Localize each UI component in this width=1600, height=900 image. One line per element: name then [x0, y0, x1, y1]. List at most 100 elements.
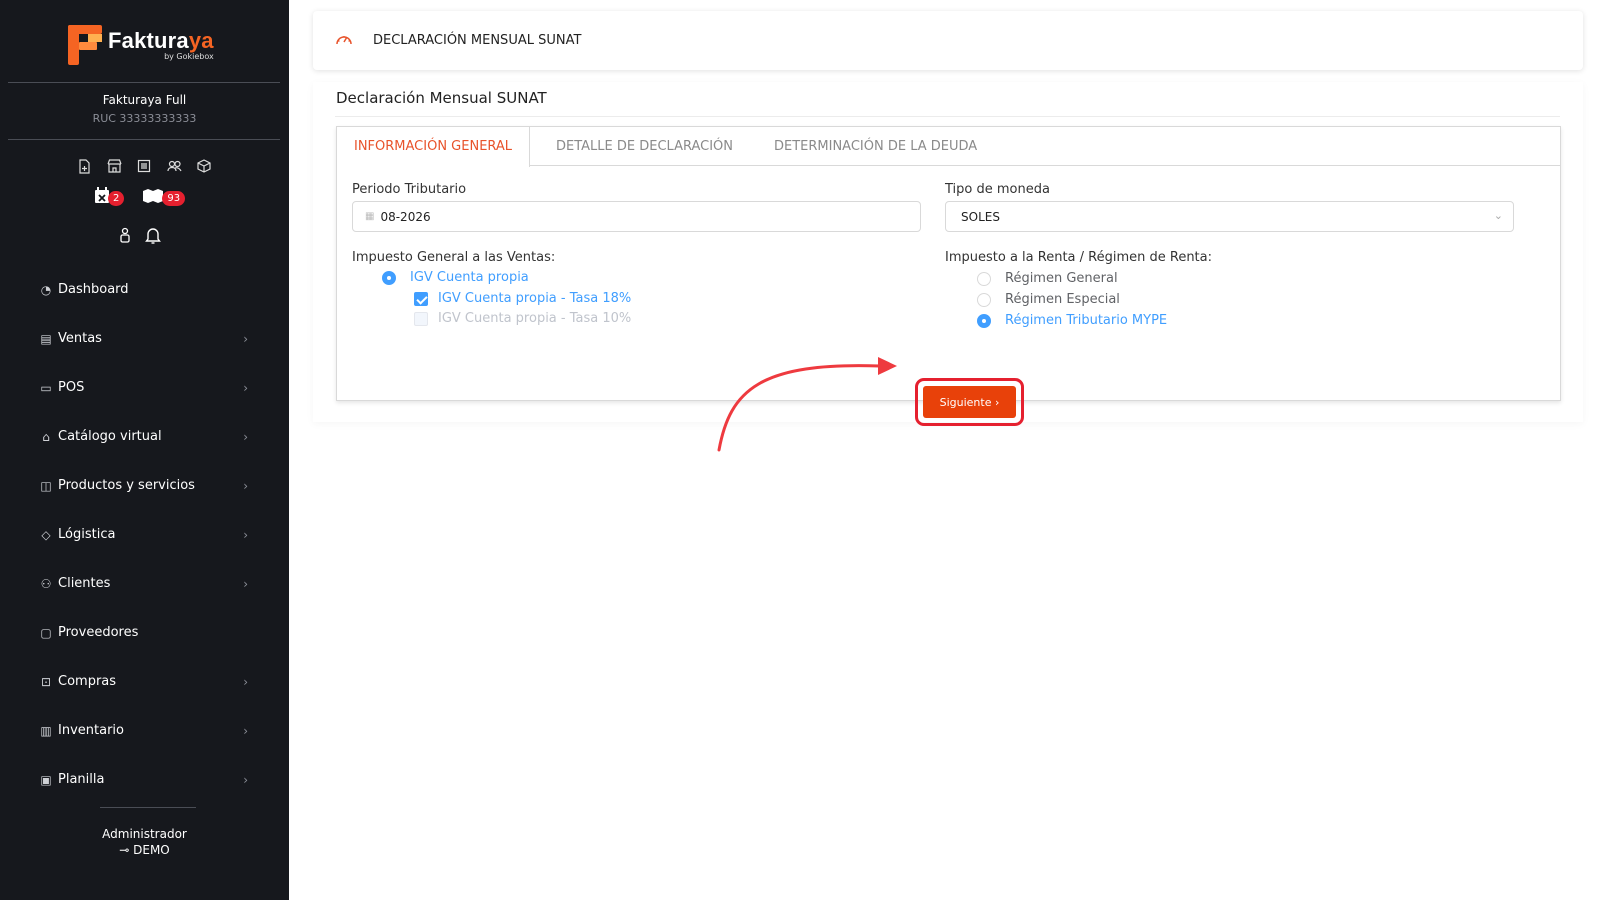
- sidebar-item-proveedores[interactable]: ▢ Proveedores: [38, 608, 248, 657]
- sidebar-item-label: Lógistica: [58, 527, 116, 542]
- igv-radio-label: IGV Cuenta propia: [410, 270, 529, 285]
- tab-detalle-declaracion[interactable]: DETALLE DE DECLARACIÓN: [556, 127, 733, 166]
- id-card-icon: ▣: [40, 772, 52, 787]
- sidebar-item-label: Dashboard: [58, 282, 129, 297]
- sidebar-item-compras[interactable]: ⊡ Compras ›: [38, 657, 248, 706]
- igv-18-checkbox[interactable]: IGV Cuenta propia - Tasa 18%: [414, 291, 631, 306]
- page-header: DECLARACIÓN MENSUAL SUNAT: [313, 11, 1583, 70]
- user-role: Administrador: [102, 827, 187, 841]
- sidebar-item-label: Compras: [58, 674, 117, 689]
- sidebar-item-pos[interactable]: ▭ POS ›: [38, 363, 248, 412]
- sidebar-item-inventario[interactable]: ▥ Inventario ›: [38, 706, 248, 755]
- boxes-icon: [142, 188, 164, 208]
- boxes-badge[interactable]: 93: [142, 188, 186, 208]
- chevron-right-icon: ›: [243, 380, 248, 395]
- receipt-icon[interactable]: [135, 159, 153, 175]
- bell-icon[interactable]: [145, 227, 161, 248]
- user-lock-icon[interactable]: [119, 227, 131, 248]
- company-info: Fakturaya Full RUC 33333333333: [0, 93, 289, 125]
- periodo-value: 08-2026: [380, 209, 431, 224]
- sidebar-item-catalogo[interactable]: ⌂ Catálogo virtual ›: [38, 412, 248, 461]
- page-title: DECLARACIÓN MENSUAL SUNAT: [373, 33, 582, 48]
- store-icon[interactable]: [105, 159, 123, 175]
- moneda-label: Tipo de moneda: [945, 182, 1050, 197]
- renta-option-label: Régimen Tributario MYPE: [1005, 313, 1168, 328]
- igv-10-checkbox[interactable]: IGV Cuenta propia - Tasa 10%: [414, 311, 631, 326]
- periodo-label: Periodo Tributario: [352, 182, 467, 197]
- radio-unselected: [977, 292, 991, 307]
- calendar-count-badge: 2: [108, 190, 125, 206]
- sidebar: Fakturaya by Gokiebox Fakturaya Full RUC…: [0, 0, 289, 900]
- chevron-right-icon: ›: [243, 478, 248, 493]
- calendar-badge[interactable]: 2: [94, 187, 125, 209]
- gauge-icon: [335, 32, 353, 50]
- sidebar-item-logistica[interactable]: ◇ Lógistica ›: [38, 510, 248, 559]
- renta-option-label: Régimen General: [1005, 271, 1118, 286]
- notification-badges: 2 93: [94, 187, 186, 209]
- radio-selected: [977, 313, 991, 328]
- divider: [8, 82, 280, 83]
- igv-10-label: IGV Cuenta propia - Tasa 10%: [438, 311, 632, 326]
- divider: [335, 116, 1560, 117]
- tag-icon: ◇: [41, 527, 51, 542]
- sidebar-item-ventas[interactable]: ▤ Ventas ›: [38, 314, 248, 363]
- dashboard-icon: ◔: [40, 282, 52, 297]
- file-add-icon[interactable]: [75, 159, 93, 175]
- sidebar-item-dashboard[interactable]: ◔ Dashboard: [38, 265, 248, 314]
- sidebar-item-label: POS: [58, 380, 85, 395]
- chevron-right-icon: ›: [243, 576, 248, 591]
- sidebar-item-label: Catálogo virtual: [58, 429, 162, 444]
- chevron-right-icon: ›: [243, 674, 248, 689]
- sidebar-item-clientes[interactable]: ⚇ Clientes ›: [38, 559, 248, 608]
- sidebar-nav: ◔ Dashboard ▤ Ventas › ▭ POS › ⌂ Catálogo virt…: [38, 265, 248, 804]
- sidebar-item-planilla[interactable]: ▣ Planilla ›: [38, 755, 248, 804]
- sidebar-item-label: Planilla: [58, 772, 105, 787]
- sidebar-item-productos[interactable]: ◫ Productos y servicios ›: [38, 461, 248, 510]
- chevron-right-icon: ›: [243, 527, 248, 542]
- divider: [8, 139, 280, 140]
- company-name: Fakturaya Full: [102, 93, 187, 107]
- next-button[interactable]: Siguiente ›: [923, 386, 1016, 418]
- user-info[interactable]: Administrador ⊸ DEMO: [0, 826, 289, 858]
- checkbox-disabled: [414, 311, 428, 326]
- logo-mark-icon: [68, 25, 102, 65]
- moneda-select[interactable]: SOLES ⌄: [945, 201, 1514, 232]
- card-title: Declaración Mensual SUNAT: [336, 89, 547, 107]
- brand-name: Fakturaya: [108, 27, 214, 53]
- periodo-field[interactable]: ▦ 08-2026: [352, 201, 921, 232]
- chevron-right-icon: ›: [243, 429, 248, 444]
- sales-icon: ▤: [40, 331, 52, 346]
- moneda-value: SOLES: [961, 209, 1000, 224]
- renta-option-especial[interactable]: Régimen Especial: [977, 292, 1120, 307]
- tab-panel: INFORMACIÓN GENERAL DETALLE DE DECLARACI…: [336, 126, 1561, 426]
- brand-logo[interactable]: Fakturaya by Gokiebox: [68, 25, 214, 65]
- quick-actions: [75, 159, 213, 175]
- sidebar-item-label: Inventario: [58, 723, 124, 738]
- igv-radio-option[interactable]: IGV Cuenta propia: [382, 270, 529, 285]
- monitor-icon: ▭: [40, 380, 52, 395]
- users-icon[interactable]: [165, 159, 183, 175]
- user-actions: [119, 227, 161, 248]
- company-ruc: RUC 33333333333: [92, 112, 197, 125]
- next-button-label: Siguiente: [939, 395, 992, 409]
- tab-determinacion-deuda[interactable]: DETERMINACIÓN DE LA DEUDA: [774, 127, 977, 166]
- brand-byline: by Gokiebox: [164, 51, 214, 61]
- radio-unselected: [977, 271, 991, 286]
- radio-selected: [382, 270, 396, 285]
- users-icon: ⚇: [40, 576, 52, 591]
- sidebar-item-label: Proveedores: [58, 625, 139, 640]
- renta-option-general[interactable]: Régimen General: [977, 271, 1118, 286]
- renta-option-mype[interactable]: Régimen Tributario MYPE: [977, 313, 1167, 328]
- bag-icon: ⊡: [40, 674, 52, 689]
- chevron-right-icon: ›: [991, 395, 1000, 409]
- tab-bar: INFORMACIÓN GENERAL DETALLE DE DECLARACI…: [337, 127, 1560, 167]
- briefcase-icon: ▢: [40, 625, 52, 640]
- declaration-card: Declaración Mensual SUNAT INFORMACIÓN GE…: [313, 82, 1583, 426]
- igv-18-label: IGV Cuenta propia - Tasa 18%: [438, 291, 632, 306]
- link-icon: ⊸: [119, 843, 134, 857]
- calendar-icon: ▦: [365, 211, 375, 222]
- tab-informacion-general[interactable]: INFORMACIÓN GENERAL: [337, 127, 531, 167]
- box-icon[interactable]: [195, 159, 213, 175]
- chevron-right-icon: ›: [243, 772, 248, 787]
- chevron-right-icon: ›: [243, 723, 248, 738]
